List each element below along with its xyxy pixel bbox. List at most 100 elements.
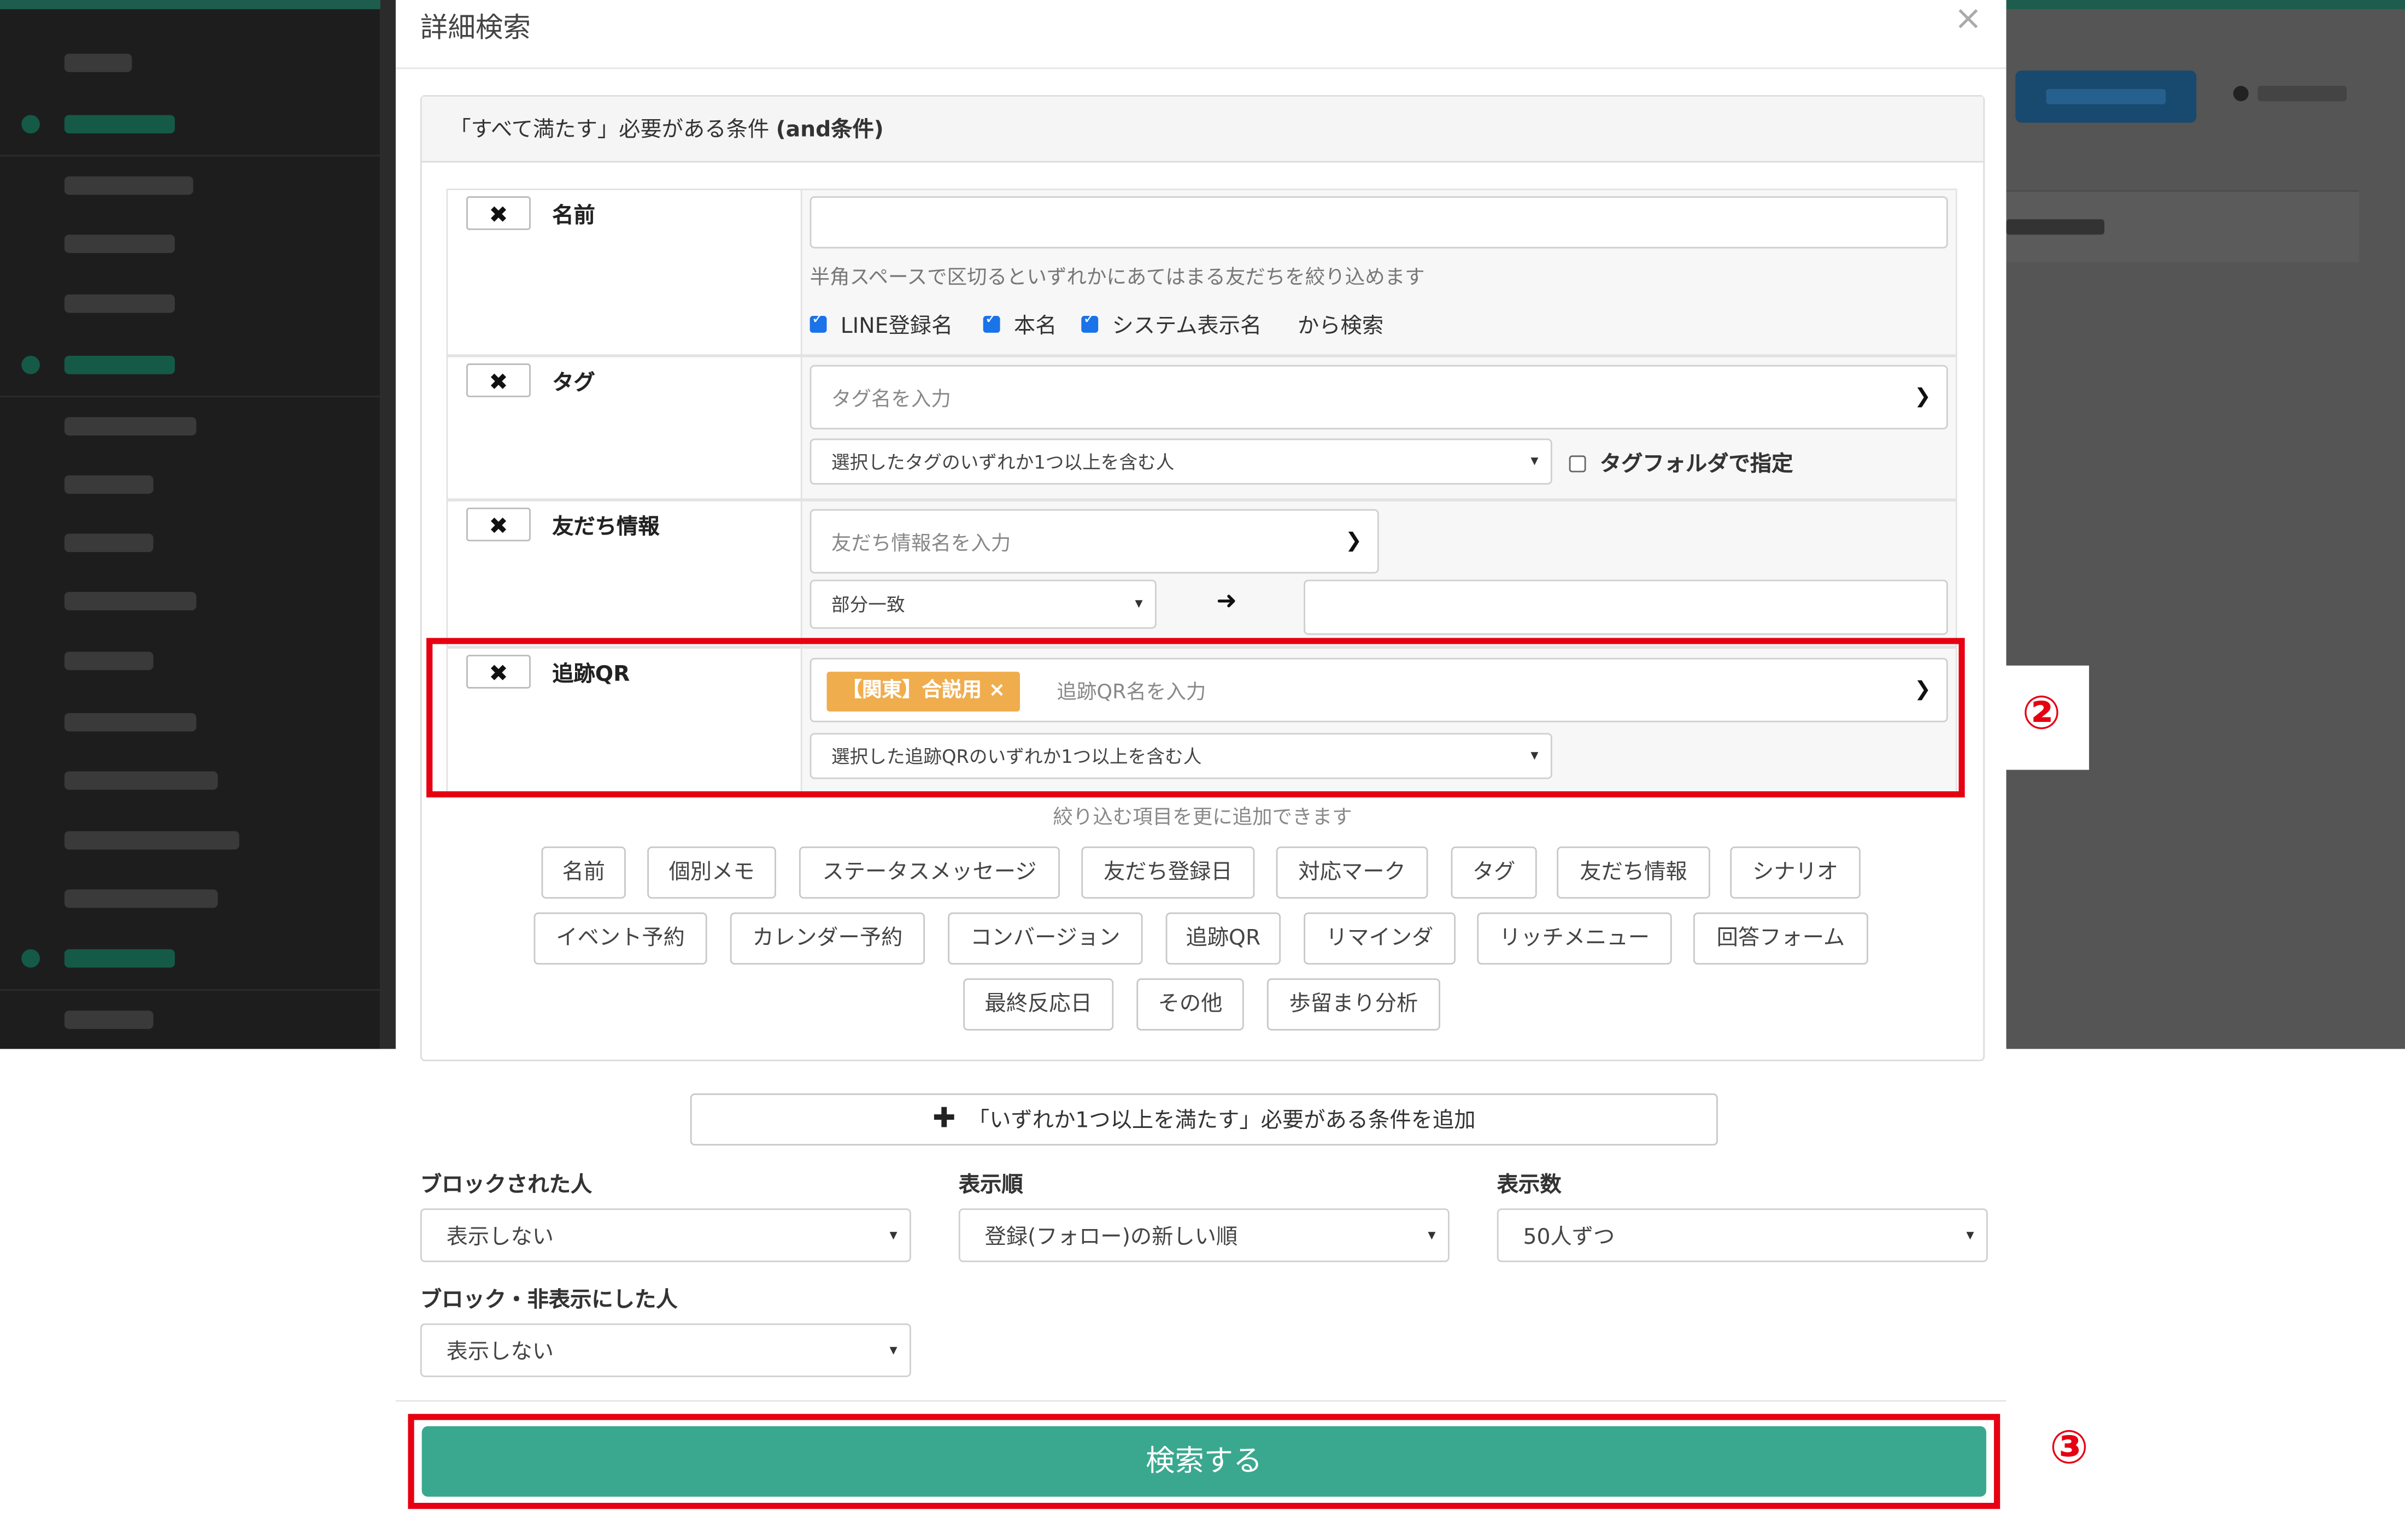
friend-info-select-input[interactable]: 友だち情報名を入力 ❯ [810,509,1379,574]
blocked-hidden-select[interactable]: 表示しない ▾ [420,1323,911,1377]
condition-row-tag: ✖ タグ タグ名を入力 ❯ 選択したタグのいずれか1つ以上を含む人 ▾ タグフォ… [446,356,1957,500]
remove-name-condition-button[interactable]: ✖ [466,196,531,230]
add-tracking-qr-filter-button[interactable]: 追跡QR [1165,912,1281,965]
condition-value-cell: 半角スペースで区切るといずれかにあてはまる友だちを絞り込めます LINE登録名 … [802,190,1956,355]
background-button [2015,70,2197,123]
condition-row-name: ✖ 名前 半角スペースで区切るといずれかにあてはまる友だちを絞り込めます LIN… [446,189,1957,356]
add-calendar-booking-filter-button[interactable]: カレンダー予約 [730,912,925,965]
sidebar-divider [0,155,380,157]
sidebar-divider [0,395,380,397]
friend-info-value-input[interactable] [1304,579,1948,635]
tracking-qr-highlight-box [426,638,1965,798]
chevron-down-icon: ❯ [1345,530,1362,553]
manual-icon [2233,86,2249,102]
sidebar-item-blurred [64,831,239,850]
add-memo-filter-button[interactable]: 個別メモ [647,846,776,899]
add-reminder-filter-button[interactable]: リマインダ [1304,912,1456,965]
remove-tag-condition-button[interactable]: ✖ [466,363,531,397]
and-group-title-bold: (and条件) [776,118,884,143]
chevron-down-icon: ▾ [889,1226,898,1244]
modal-header-divider [395,67,2007,69]
sidebar-dot-icon [21,949,40,968]
add-name-filter-button[interactable]: 名前 [541,846,626,899]
sidebar-divider [0,989,380,991]
add-other-filter-button[interactable]: その他 [1136,978,1244,1031]
add-tag-filter-button[interactable]: タグ [1451,846,1537,899]
modal-backdrop-edge [380,0,396,1049]
add-or-condition-button[interactable]: ✚ 「いずれか1つ以上を満たす」必要がある条件を追加 [690,1093,1718,1146]
tag-placeholder: タグ名を入力 [831,389,951,412]
condition-label-cell: ✖ 名前 [448,190,802,355]
background-link [2257,86,2347,102]
chevron-down-icon: ▾ [1530,453,1539,471]
blocked-hidden-label: ブロック・非表示にした人 [420,1288,678,1313]
sidebar-item-blurred [64,115,175,134]
sidebar-item-blurred [64,475,154,494]
system-name-checkbox-label: システム表示名 [1112,314,1262,339]
background-panel [2006,190,2359,262]
blocked-select[interactable]: 表示しない ▾ [420,1208,911,1262]
sidebar-dot-icon [21,115,40,134]
add-friend-info-filter-button[interactable]: 友だち情報 [1557,846,1710,899]
condition-label-name: 名前 [552,204,595,229]
and-group-title: 「すべて満たす」必要がある条件 (and条件) [449,114,884,144]
add-status-message-filter-button[interactable]: ステータスメッセージ [799,846,1060,899]
step-3-badge: ③ [2021,1408,2117,1491]
tag-folder-checkbox[interactable] [1569,455,1586,473]
condition-label-cell: ✖ 友だち情報 [448,501,802,646]
search-button-highlight-box [408,1414,2001,1509]
condition-value-cell: 友だち情報名を入力 ❯ 部分一致 ▾ ➜ [802,501,1956,646]
modal-footer-divider [395,1400,2007,1402]
add-or-condition-label: 「いずれか1つ以上を満たす」必要がある条件を追加 [967,1108,1476,1133]
sidebar-item-blurred [64,417,197,436]
friend-info-match-value: 部分一致 [831,594,905,616]
system-name-checkbox[interactable] [1081,311,1099,333]
sidebar-item-blurred [64,54,132,72]
search-from-label: から検索 [1297,314,1384,339]
sidebar-item-blurred [64,651,154,671]
add-yield-analysis-filter-button[interactable]: 歩留まり分析 [1266,978,1440,1031]
condition-label-tag: タグ [552,371,595,396]
per-page-select[interactable]: 50人ずつ ▾ [1497,1208,1988,1262]
sidebar-dot-icon [21,356,40,374]
line-name-checkbox-label: LINE登録名 [840,314,953,339]
sidebar-item-blurred [64,1010,154,1029]
sidebar-item-blurred [64,176,193,195]
add-registration-date-filter-button[interactable]: 友だち登録日 [1081,846,1255,899]
sidebar-item-blurred [64,234,175,254]
modal-title: 詳細検索 [420,12,531,45]
chevron-down-icon: ▾ [889,1342,898,1359]
add-rich-menu-filter-button[interactable]: リッチメニュー [1477,912,1672,965]
tag-select-input[interactable]: タグ名を入力 ❯ [810,365,1948,430]
and-group-header: 「すべて満たす」必要がある条件 (and条件) [421,96,1984,163]
arrow-right-icon: ➜ [1216,585,1237,615]
sidebar-item-blurred [64,889,218,908]
real-name-checkbox[interactable] [983,311,1000,333]
sidebar-item-blurred [64,294,175,313]
sidebar-item-blurred [64,533,154,552]
step-2-badge: ② [1993,665,2089,770]
add-last-response-filter-button[interactable]: 最終反応日 [963,978,1114,1031]
add-conversion-filter-button[interactable]: コンバージョン [948,912,1143,965]
blocked-select-value: 表示しない [446,1224,554,1249]
line-name-checkbox[interactable] [810,311,827,333]
friend-info-match-select[interactable]: 部分一致 ▾ [810,579,1157,629]
name-input[interactable] [810,196,1948,249]
chevron-down-icon: ▾ [1428,1226,1436,1244]
background-content [2006,0,2405,1049]
friend-info-placeholder: 友だち情報名を入力 [831,533,1011,556]
order-select[interactable]: 登録(フォロー)の新しい順 ▾ [958,1208,1450,1262]
and-condition-group: 「すべて満たす」必要がある条件 (and条件) ✖ 名前 半角スペースで区切ると… [420,95,1985,1061]
tag-match-select[interactable]: 選択したタグのいずれか1つ以上を含む人 ▾ [810,438,1552,485]
add-event-booking-filter-button[interactable]: イベント予約 [533,912,707,965]
order-select-value: 登録(フォロー)の新しい順 [984,1224,1238,1249]
condition-label-cell: ✖ タグ [448,357,802,498]
sidebar-item-blurred [64,713,197,732]
add-response-mark-filter-button[interactable]: 対応マーク [1276,846,1428,899]
add-scenario-filter-button[interactable]: シナリオ [1730,846,1861,899]
sidebar-accent-line [0,0,380,9]
add-answer-form-filter-button[interactable]: 回答フォーム [1693,912,1868,965]
sidebar-item-blurred [64,356,175,374]
remove-friend-info-condition-button[interactable]: ✖ [466,507,531,542]
close-icon[interactable]: × [1954,0,1982,38]
